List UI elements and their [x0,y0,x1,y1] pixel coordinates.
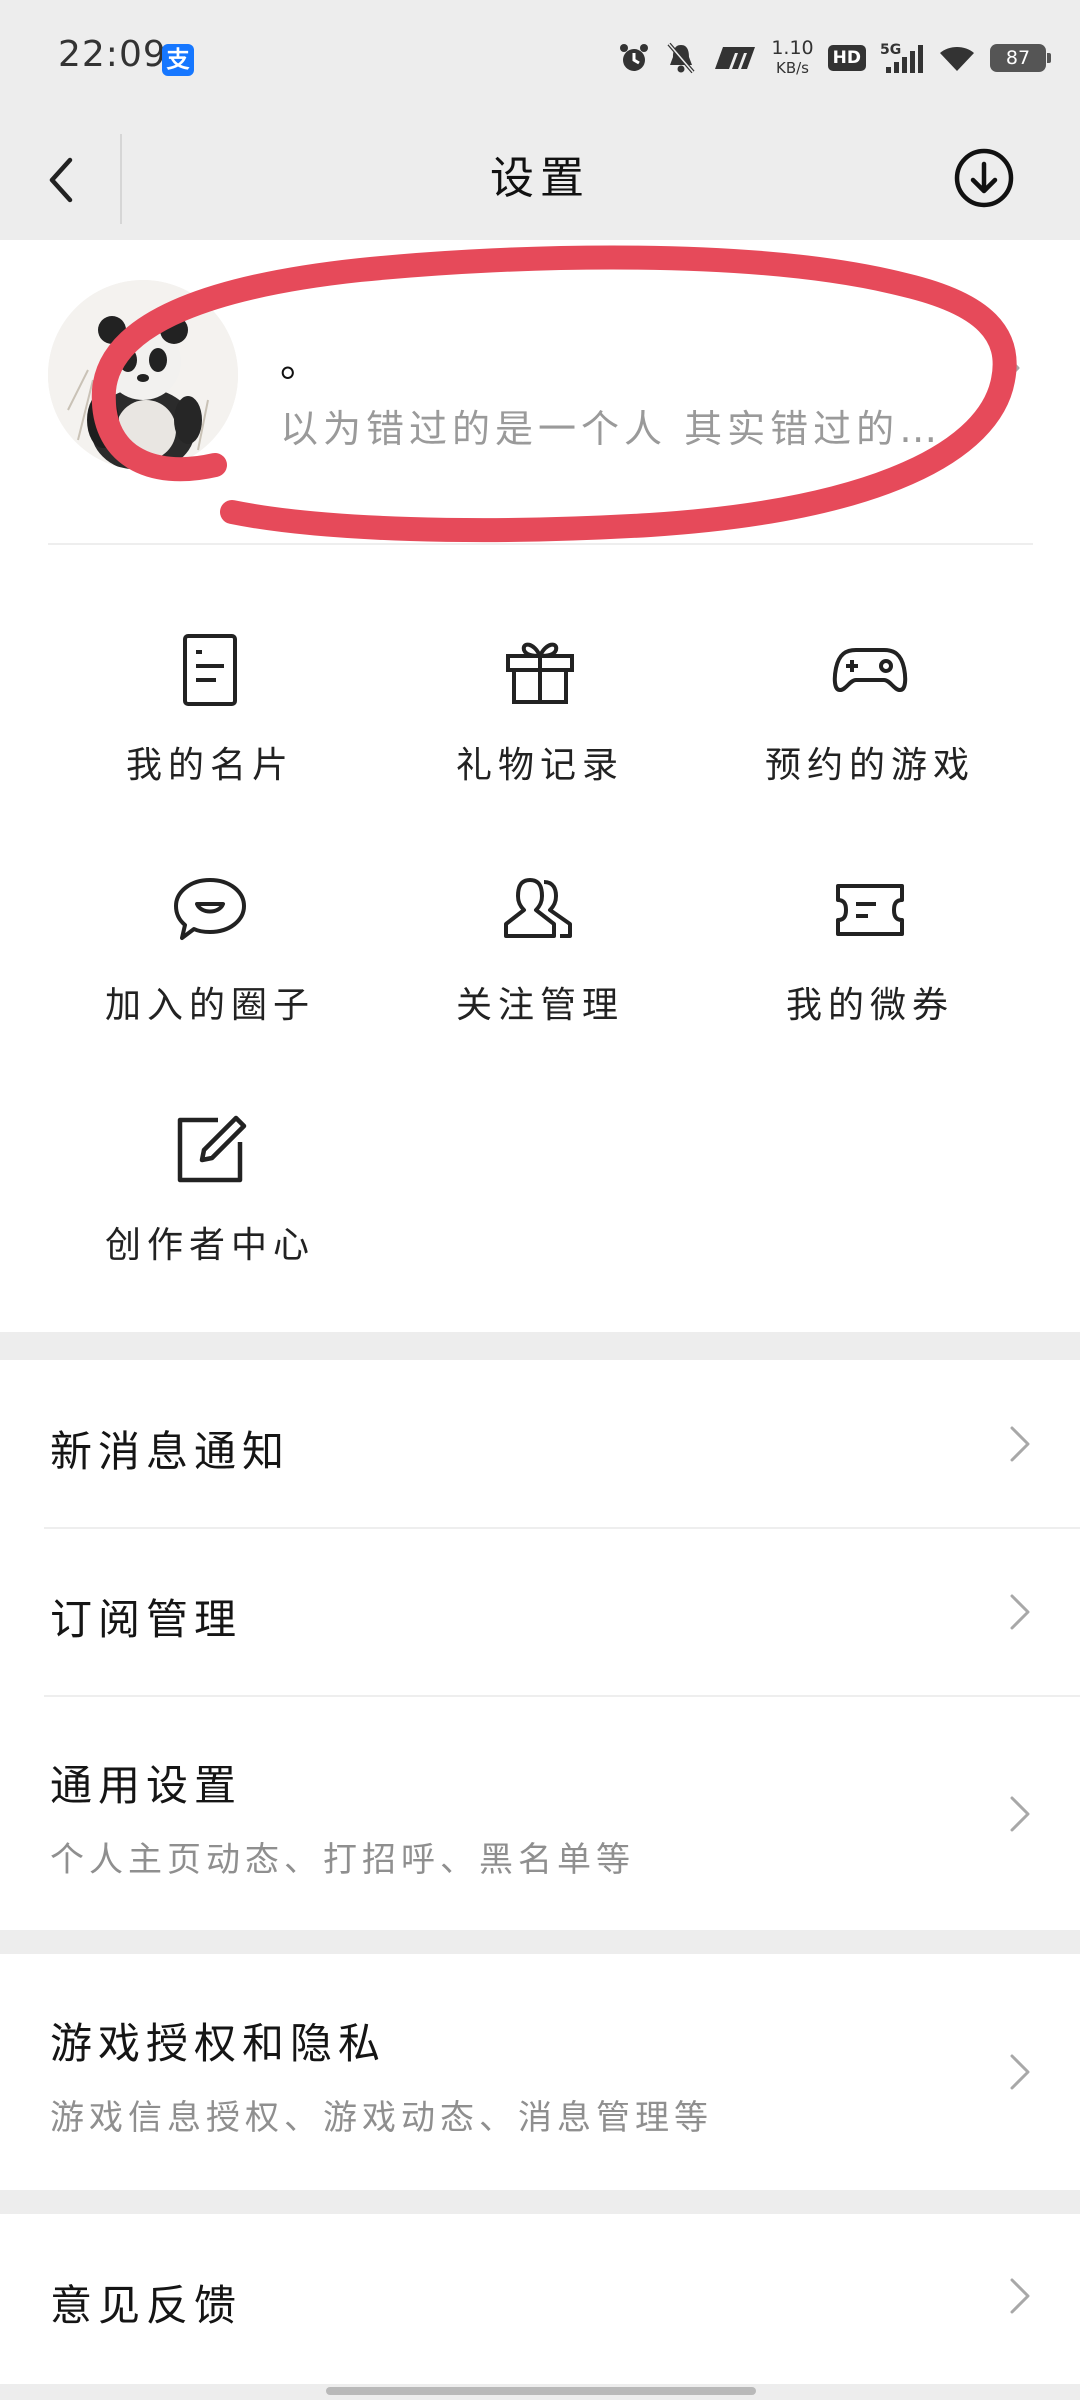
card-document-icon [183,634,237,706]
row-title: 意见反馈 [50,2281,243,2330]
profile-divider [48,543,1033,545]
settings-row-subscription[interactable]: 订阅管理 [0,1528,1080,1696]
network-speed: 1.10 KB/s [771,37,814,77]
ticket-icon [836,884,904,936]
settings-section-general: 新消息通知 订阅管理 通用设置 个人主页动态、打招呼、黑名单等 [0,1360,1080,1930]
grid-item-my-card[interactable]: 我的名片 [45,618,375,818]
wifi-icon [940,47,974,71]
grid-label: 我的微券 [785,985,954,1026]
row-subtitle: 个人主页动态、打招呼、黑名单等 [50,1840,635,1880]
settings-section-feedback: 意见反馈 [0,2214,1080,2384]
chevron-right-icon [1010,1796,1030,1832]
settings-section-privacy: 游戏授权和隐私 游戏信息授权、游戏动态、消息管理等 [0,1954,1080,2190]
grid-item-reserved-games[interactable]: 预约的游戏 [705,618,1035,818]
avatar[interactable] [48,280,238,470]
grid-item-joined-circles[interactable]: 加入的圈子 [45,858,375,1058]
chevron-right-icon [1010,1426,1030,1462]
settings-row-general[interactable]: 通用设置 个人主页动态、打招呼、黑名单等 [0,1696,1080,1930]
status-icons: 1.10 KB/s HD 5G 87 [617,36,1051,80]
grid-label: 我的名片 [125,745,294,786]
settings-row-game-privacy[interactable]: 游戏授权和隐私 游戏信息授权、游戏动态、消息管理等 [0,1954,1080,2190]
mute-bell-icon [667,42,695,74]
grid-label: 关注管理 [455,985,624,1026]
vibration-icon [715,47,756,69]
gamepad-icon [832,648,908,692]
grid-item-creator-center[interactable]: 创作者中心 [45,1098,375,1298]
edit-icon [177,1115,247,1183]
battery-indicator: 87 [990,44,1051,72]
people-icon [504,878,572,938]
panda-avatar-icon [48,280,238,470]
row-title: 订阅管理 [50,1595,243,1644]
chevron-right-icon [1010,1594,1030,1630]
page-title: 设置 [490,153,590,204]
row-title: 通用设置 [50,1761,243,1810]
profile-card[interactable]: 。 以为错过的是一个人 其实错过的… 我的名片 礼物记录 预约的游戏 加入的圈子… [0,240,1080,1332]
status-time: 22:09 [58,34,167,75]
grid-label: 预约的游戏 [764,745,975,786]
settings-row-feedback[interactable]: 意见反馈 [0,2214,1080,2384]
chat-bubble-icon [174,878,246,940]
grid-item-my-coupons[interactable]: 我的微券 [705,858,1035,1058]
grid-label: 加入的圈子 [104,985,315,1026]
row-title: 新消息通知 [50,1427,291,1476]
hd-badge: HD [827,45,866,71]
settings-row-new-message[interactable]: 新消息通知 [0,1360,1080,1528]
status-bar: 22:09 支 1.10 KB/s HD 5G 87 [0,0,1080,120]
chevron-right-icon [1010,2054,1030,2090]
home-indicator[interactable] [326,2387,756,2395]
svg-text:5G: 5G [880,42,901,58]
alarm-icon [620,44,649,71]
row-subtitle: 游戏信息授权、游戏动态、消息管理等 [50,2098,713,2138]
grid-item-follow-manage[interactable]: 关注管理 [375,858,705,1058]
chevron-right-icon [1010,2278,1030,2314]
profile-nickname: 。 [280,340,320,386]
download-button[interactable] [946,140,1022,216]
profile-signature: 以为错过的是一个人 其实错过的… [280,407,943,451]
download-circle-icon [954,148,1014,208]
grid-item-gift-records[interactable]: 礼物记录 [375,618,705,818]
chevron-right-icon [1000,350,1020,386]
gift-icon [506,642,574,704]
nav-header: 设置 [0,120,1080,240]
grid-label: 创作者中心 [104,1225,315,1266]
alipay-notification-icon: 支 [162,44,194,76]
row-title: 游戏授权和隐私 [50,2019,387,2068]
grid-label: 礼物记录 [455,745,624,786]
signal-5g-icon: 5G [880,42,923,73]
